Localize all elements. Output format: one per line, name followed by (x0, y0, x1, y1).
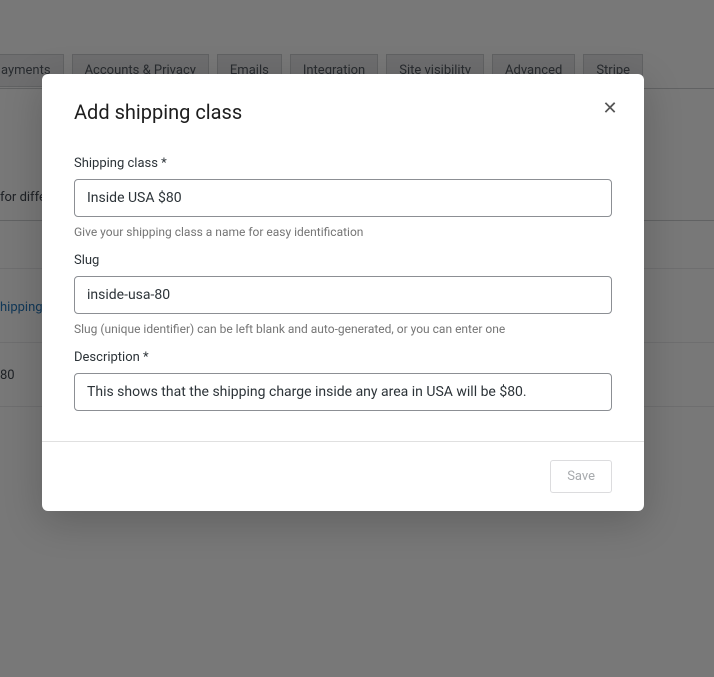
slug-input[interactable] (74, 276, 612, 314)
modal-header: Add shipping class ✕ (42, 74, 644, 132)
field-group-slug: Slug Slug (unique identifier) can be lef… (74, 253, 612, 336)
shipping-class-helper: Give your shipping class a name for easy… (74, 225, 612, 239)
shipping-class-label: Shipping class * (74, 156, 612, 171)
slug-helper: Slug (unique identifier) can be left bla… (74, 322, 612, 336)
field-group-description: Description * (74, 350, 612, 411)
description-label: Description * (74, 350, 612, 365)
shipping-class-input[interactable] (74, 179, 612, 217)
close-button[interactable]: ✕ (598, 96, 622, 120)
close-icon: ✕ (602, 98, 617, 119)
modal-body: Shipping class * Give your shipping clas… (42, 132, 644, 441)
field-group-shipping-class: Shipping class * Give your shipping clas… (74, 156, 612, 239)
description-input[interactable] (74, 373, 612, 411)
save-button[interactable]: Save (550, 460, 612, 493)
modal-footer: Save (42, 441, 644, 511)
add-shipping-class-modal: Add shipping class ✕ Shipping class * Gi… (42, 74, 644, 511)
modal-title: Add shipping class (74, 100, 612, 124)
slug-label: Slug (74, 253, 612, 268)
